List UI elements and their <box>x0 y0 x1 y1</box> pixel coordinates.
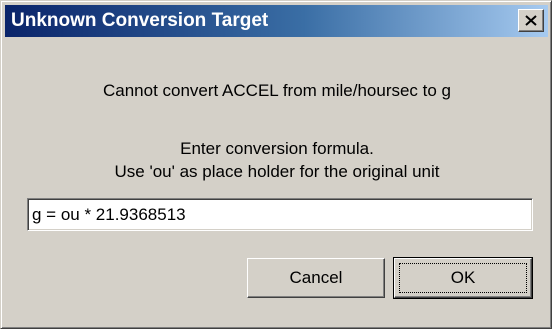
cancel-button-label: Cancel <box>289 268 343 287</box>
formula-input[interactable] <box>27 198 533 231</box>
instruction-text: Enter conversion formula. <box>180 139 374 158</box>
conversion-dialog: Unknown Conversion Target Cannot convert… <box>0 0 552 329</box>
ok-button[interactable]: OK <box>393 257 533 299</box>
title-bar[interactable]: Unknown Conversion Target <box>5 5 548 37</box>
ok-button-label: OK <box>450 268 476 287</box>
close-icon <box>525 15 537 26</box>
window-title: Unknown Conversion Target <box>11 10 269 31</box>
error-message: Cannot convert ACCEL from mile/hoursec t… <box>102 81 452 100</box>
cancel-button[interactable]: Cancel <box>247 258 385 298</box>
placeholder-hint: Use 'ou' as place holder for the origina… <box>114 162 440 181</box>
close-button[interactable] <box>518 9 544 32</box>
